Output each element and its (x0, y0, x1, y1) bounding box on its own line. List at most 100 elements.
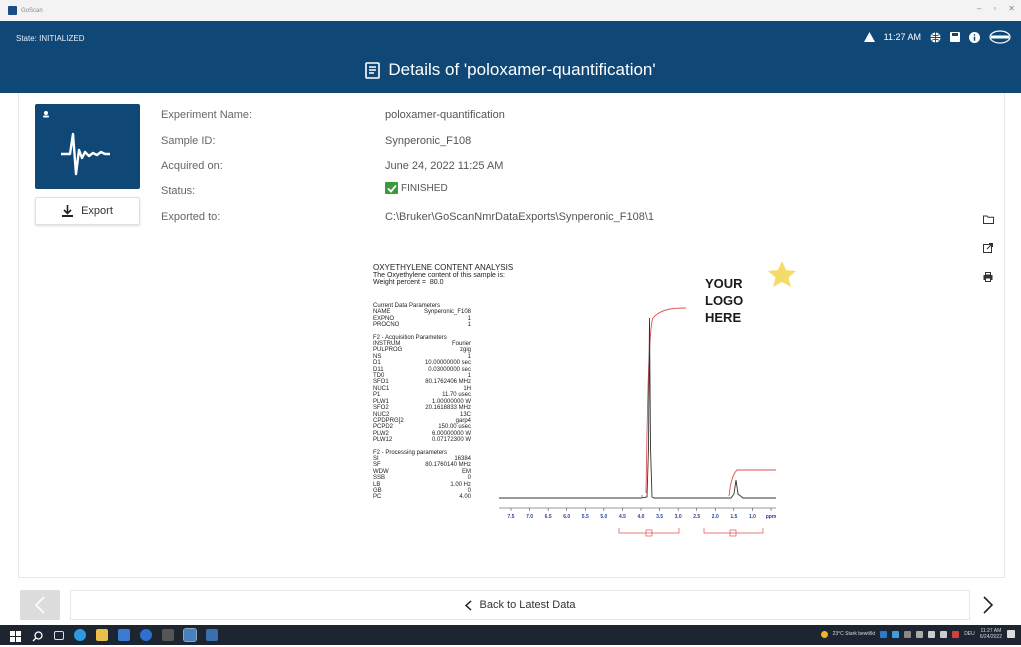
state-indicator: State: INITIALIZED (16, 34, 85, 43)
open-external-icon[interactable] (983, 240, 994, 258)
integral-bracket-2 (703, 528, 764, 534)
sample-id-value: Synperonic_F108 (385, 135, 472, 147)
warning-icon[interactable] (863, 32, 875, 42)
back-to-latest-label: Back to Latest Data (479, 599, 576, 611)
file-explorer-icon[interactable] (96, 629, 108, 641)
experiment-name-value: poloxamer-quantification (385, 109, 505, 121)
search-icon[interactable] (32, 629, 44, 642)
report-line-2: The Oxyethylene content of this sample i… (373, 272, 505, 279)
folder-icon[interactable] (983, 211, 994, 229)
bottom-nav: Back to Latest Data (18, 590, 1005, 622)
weather-text[interactable]: 23°C Stark bewölkt (833, 631, 876, 637)
status-label: Status: (161, 185, 196, 197)
app-header: State: INITIALIZED 11:27 AM Details of '… (0, 21, 1021, 93)
acquired-on-label: Acquired on: (161, 160, 223, 172)
app-icon (8, 6, 17, 15)
axis-tick-label: 6.5 (545, 514, 552, 520)
brand-logo-icon (989, 30, 1011, 44)
page-title-text: Details of 'poloxamer-quantification' (388, 60, 656, 79)
tray-app-icon-3[interactable] (904, 630, 912, 638)
analysis-report: OXYETHYLENE CONTENT ANALYSIS The Oxyethy… (371, 258, 796, 568)
mail-icon[interactable] (140, 629, 152, 641)
clock-text: 11:27 AM (883, 32, 921, 42)
param-key: PLW12 (373, 437, 393, 444)
axis-tick-label: 5.5 (582, 514, 589, 520)
volume-icon[interactable] (940, 630, 948, 638)
checkmark-icon (385, 182, 398, 194)
tray-chevron-icon[interactable] (916, 630, 924, 638)
axis-tick-label: 4.5 (619, 514, 626, 520)
chevron-left-small-icon (464, 599, 472, 611)
back-to-latest-button[interactable]: Back to Latest Data (70, 590, 970, 620)
store-icon[interactable] (118, 629, 130, 641)
waveform-icon (43, 111, 110, 176)
axis-tick-label: 1.0 (749, 514, 756, 520)
param-value: 0.07172300 W (431, 437, 471, 444)
axis-tick-label: 7.0 (526, 514, 533, 520)
tray-app-icon-4[interactable] (952, 630, 960, 638)
axis-tick-label: 7.5 (508, 514, 515, 520)
windows-start-icon[interactable] (10, 629, 22, 642)
info-icon[interactable] (969, 31, 980, 43)
axis-tick-label: 2.5 (693, 514, 700, 520)
tray-app-icon-2[interactable] (892, 630, 900, 638)
axis-tick-label: 4.0 (638, 514, 645, 520)
next-button[interactable] (971, 590, 1005, 620)
close-button[interactable]: ✕ (1008, 4, 1015, 13)
integral-curve-1 (645, 307, 687, 494)
acquired-on-value: June 24, 2022 11:25 AM (385, 160, 504, 172)
experiment-thumbnail (35, 104, 140, 189)
page-title: Details of 'poloxamer-quantification' (0, 60, 1021, 80)
exported-to-label: Exported to: (161, 211, 221, 223)
report-parameters: Current Data Parameters NAME Synperonic_F… (373, 303, 471, 501)
edge-browser-icon[interactable] (74, 629, 86, 641)
window-titlebar: GoScan – ▫ ✕ (0, 0, 1021, 21)
taskbar-date: 6/24/2022 (979, 634, 1002, 640)
integral-bracket-1 (618, 528, 680, 534)
axis-ticks: 7.5 7.0 6.5 6.0 5.5 5.0 4.5 4.0 3.5 3.0 2.5 2.0 1.5 1… (508, 508, 777, 520)
download-icon (62, 205, 74, 217)
experiment-name-label: Experiment Name: (161, 109, 253, 121)
terminal-icon[interactable] (162, 629, 174, 641)
previous-button[interactable] (20, 590, 60, 620)
nmr-spectrum: 7.5 7.0 6.5 6.0 5.5 5.0 4.5 4.0 3.5 3.0 2.5 2.0 1.5 1… (499, 307, 777, 537)
star-icon (768, 261, 796, 287)
language-indicator[interactable]: DEU (964, 631, 975, 637)
taskbar: 23°C Stark bewölkt DEU 11:27 AM 6/24/202… (0, 625, 1021, 645)
axis-tick-label: 3.5 (656, 514, 663, 520)
maximize-button[interactable]: ▫ (993, 4, 996, 13)
tray-app-icon-1[interactable] (880, 630, 888, 638)
param-value: 1 (467, 322, 471, 329)
param-key: PC (373, 494, 382, 501)
axis-tick-label: 3.0 (675, 514, 682, 520)
status-text: FINISHED (401, 182, 448, 194)
logo-line: YOUR (705, 276, 743, 291)
axis-tick-label: 6.0 (563, 514, 570, 520)
chevron-right-icon (983, 596, 994, 614)
task-view-icon[interactable] (54, 630, 64, 640)
axis-tick-label: 2.0 (712, 514, 719, 520)
param-key: PROCNO (373, 322, 400, 329)
param-value: 4.00 (459, 494, 471, 501)
axis-tick-label: 5.0 (600, 514, 607, 520)
report-weight-percent: Weight percent = 80.0 (373, 279, 444, 286)
globe-icon[interactable] (930, 31, 941, 43)
network-icon[interactable] (928, 630, 936, 638)
minimize-button[interactable]: – (977, 4, 981, 13)
spectrum-trace (499, 317, 776, 499)
axis-tick-label: ppm (766, 514, 777, 520)
goscan-app-icon[interactable] (183, 628, 197, 642)
window-app-name: GoScan (21, 7, 43, 14)
status-value: FINISHED (385, 182, 448, 194)
taskbar-clock[interactable]: 11:27 AM 6/24/2022 (980, 628, 1002, 640)
app-icon-extra[interactable] (206, 629, 218, 641)
notification-icon[interactable] (1007, 630, 1015, 638)
axis-tick-label: 1.5 (730, 514, 737, 520)
save-icon[interactable] (950, 32, 960, 42)
sample-id-label: Sample ID: (161, 135, 216, 147)
report-heading: OXYETHYLENE CONTENT ANALYSIS (373, 263, 514, 272)
export-button[interactable]: Export (35, 197, 140, 225)
weather-icon[interactable] (820, 630, 828, 638)
print-icon[interactable] (983, 269, 994, 287)
chevron-left-icon (34, 596, 45, 614)
